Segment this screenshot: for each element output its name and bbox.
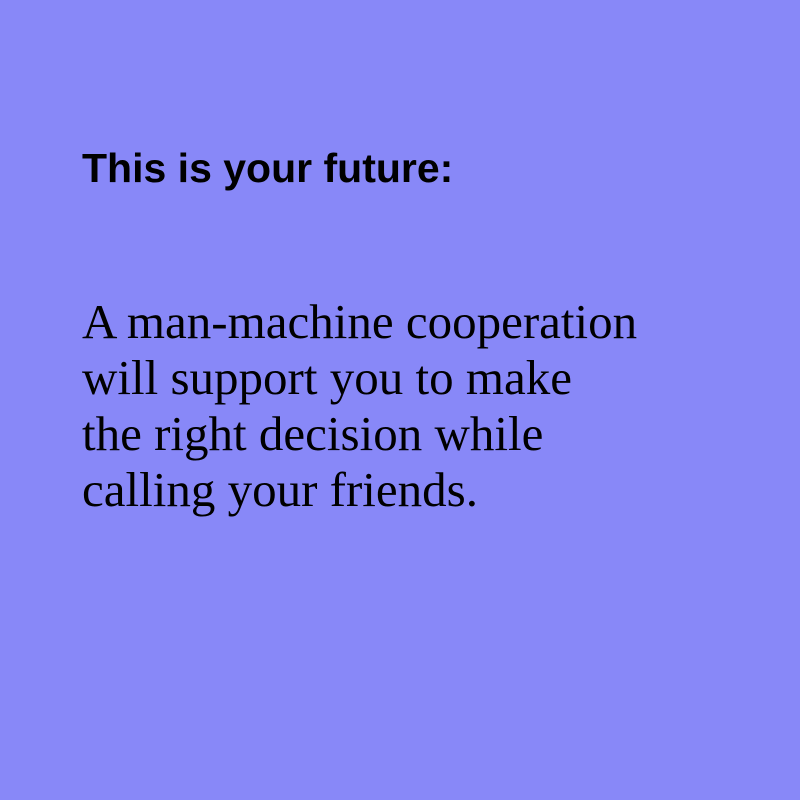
body-line-4: calling your friends. — [82, 462, 478, 517]
slide-heading: This is your future: — [82, 145, 454, 191]
body-line-3: the right decision while — [82, 406, 544, 461]
body-line-2: will support you to make — [82, 350, 572, 405]
body-line-1: A man-machine cooperation — [82, 294, 638, 349]
slide-card: This is your future: A man-machine coope… — [0, 0, 800, 800]
slide-body: A man-machine cooperation will support y… — [82, 294, 762, 518]
